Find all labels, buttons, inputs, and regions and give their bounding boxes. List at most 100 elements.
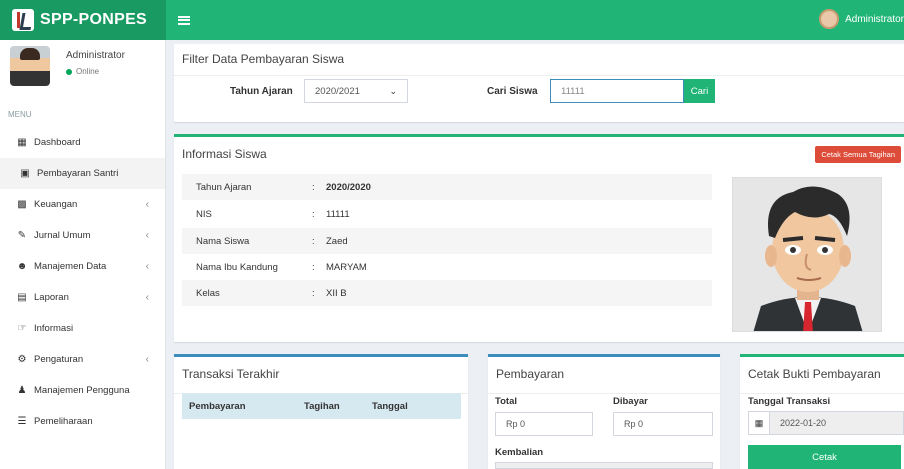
sidebar-item-keuangan[interactable]: ▩ Keuangan ‹: [0, 189, 165, 220]
user-avatar: [10, 46, 50, 86]
sidebar-item-jurnal-umum[interactable]: ✎ Jurnal Umum ‹: [0, 220, 165, 251]
info-key: NIS: [196, 208, 212, 220]
sidebar-item-label: Manajemen Data: [34, 261, 107, 272]
sidebar-item-label: Pembayaran Santri: [37, 168, 119, 179]
chevron-left-icon: ‹: [145, 261, 149, 272]
sidebar-user-name: Administrator: [66, 50, 125, 61]
transaction-date-value[interactable]: 2022-01-20: [770, 411, 904, 435]
sidebar-item-manajemen-data[interactable]: ☻ Manajemen Data ‹: [0, 251, 165, 282]
info-key: Nama Siswa: [196, 235, 250, 247]
tahun-ajaran-label: Tahun Ajaran: [230, 86, 293, 97]
info-row: NIS : 11111: [182, 201, 712, 227]
top-user-name: Administrator: [845, 13, 904, 25]
chevron-left-icon: ‹: [145, 230, 149, 241]
filter-panel: Filter Data Pembayaran Siswa: [174, 44, 904, 122]
users-icon: ☻: [16, 261, 28, 272]
dibayar-field[interactable]: Rp 0: [613, 412, 713, 436]
chevron-down-icon: ⌄: [389, 86, 397, 96]
info-colon: :: [312, 261, 315, 273]
info-value: 2020/2020: [326, 181, 371, 193]
menu-header: MENU: [8, 110, 32, 119]
info-key: Kelas: [196, 287, 220, 299]
avatar: [819, 9, 840, 29]
chevron-left-icon: ‹: [145, 199, 149, 210]
calendar-icon: ▦: [748, 411, 770, 435]
sidebar-item-pembayaran-santri[interactable]: ▣ Pembayaran Santri: [0, 158, 165, 189]
logo-icon: [12, 9, 34, 31]
tahun-ajaran-value: 2020/2021: [315, 86, 360, 97]
online-dot-icon: [66, 68, 72, 75]
sidebar-item-label: Informasi: [34, 323, 74, 334]
info-colon: :: [312, 287, 315, 299]
print-button[interactable]: Cetak: [748, 445, 901, 469]
sidebar-item-label: Pengaturan: [34, 354, 84, 365]
total-field: Rp 0: [495, 412, 593, 436]
recent-transactions-title: Transaksi Terakhir: [174, 357, 468, 394]
print-all-bills-button[interactable]: Cetak Semua Tagihan: [815, 146, 901, 163]
student-photo: [732, 177, 882, 332]
menu-toggle-icon[interactable]: [178, 15, 190, 25]
info-row: Tahun Ajaran : 2020/2020: [182, 174, 712, 200]
edit-icon: ✎: [17, 230, 27, 241]
kembalian-field: [495, 462, 713, 469]
filter-title: Filter Data Pembayaran Siswa: [174, 47, 904, 76]
info-key: Nama Ibu Kandung: [196, 261, 278, 273]
info-colon: :: [312, 235, 315, 247]
kembalian-label: Kembalian: [495, 447, 544, 458]
user-icon: ♟: [17, 385, 27, 396]
info-value: XII B: [326, 287, 347, 299]
info-value: 11111: [326, 208, 350, 220]
chevron-left-icon: ‹: [145, 354, 149, 365]
tanggal-transaksi-label: Tanggal Transaksi: [748, 396, 831, 407]
info-value: MARYAM: [326, 261, 367, 273]
sidebar-item-pengaturan[interactable]: ⚙ Pengaturan ‹: [0, 344, 165, 375]
money-icon: ▩: [17, 199, 27, 210]
sidebar-item-label: Keuangan: [34, 199, 78, 210]
dibayar-label: Dibayar: [613, 396, 648, 407]
sidebar: Administrator Online MENU ▦ Dashboard ▣ …: [0, 40, 166, 469]
sidebar-item-label: Manajemen Pengguna: [34, 385, 130, 396]
total-label: Total: [495, 396, 517, 407]
search-button[interactable]: Cari: [684, 79, 715, 103]
column-header: Pembayaran: [189, 400, 246, 412]
column-header: Tanggal: [372, 400, 408, 412]
hand-point-icon: ☞: [17, 323, 27, 334]
chevron-left-icon: ‹: [145, 292, 149, 303]
print-receipt-title: Cetak Bukti Pembayaran: [740, 357, 904, 394]
transactions-table-header: Pembayaran Tagihan Tanggal: [182, 393, 461, 419]
search-input[interactable]: 11111: [550, 79, 684, 103]
column-header: Tagihan: [304, 400, 340, 412]
grid-icon: ▦: [17, 137, 27, 148]
user-status-label: Online: [76, 67, 100, 76]
payment-title: Pembayaran: [488, 357, 720, 394]
sidebar-item-label: Dashboard: [34, 137, 81, 148]
info-colon: :: [312, 181, 315, 193]
credit-card-icon: ▣: [20, 168, 30, 179]
info-colon: :: [312, 208, 315, 220]
logo-text: SPP-PONPES: [40, 11, 148, 28]
info-row: Kelas : XII B: [182, 280, 712, 306]
file-icon: ▤: [17, 292, 27, 303]
sidebar-item-label: Laporan: [34, 292, 69, 303]
info-key: Tahun Ajaran: [196, 181, 252, 193]
gear-icon: ⚙: [17, 354, 27, 365]
user-panel: Administrator Online: [0, 40, 165, 94]
sidebar-item-manajemen-pengguna[interactable]: ♟ Manajemen Pengguna: [0, 375, 165, 406]
transaction-date-field[interactable]: ▦ 2022-01-20: [748, 411, 904, 435]
student-info-title: Informasi Siswa: [182, 147, 267, 161]
info-value: Zaed: [326, 235, 348, 247]
sidebar-item-pemeliharaan[interactable]: ☰ Pemeliharaan: [0, 406, 165, 437]
sidebar-item-laporan[interactable]: ▤ Laporan ‹: [0, 282, 165, 313]
sidebar-item-informasi[interactable]: ☞ Informasi: [0, 313, 165, 344]
cari-siswa-label: Cari Siswa: [487, 86, 538, 97]
sidebar-item-label: Pemeliharaan: [34, 416, 93, 427]
info-row: Nama Ibu Kandung : MARYAM: [182, 254, 712, 280]
database-icon: ☰: [17, 416, 27, 427]
student-portrait-icon: [733, 178, 881, 331]
app-logo[interactable]: SPP-PONPES: [0, 0, 166, 40]
sidebar-item-label: Jurnal Umum: [34, 230, 91, 241]
user-menu[interactable]: Administrator: [819, 9, 904, 29]
tahun-ajaran-select[interactable]: 2020/2021 ⌄: [304, 79, 408, 103]
sidebar-item-dashboard[interactable]: ▦ Dashboard: [0, 127, 165, 158]
user-status: Online: [66, 67, 125, 76]
